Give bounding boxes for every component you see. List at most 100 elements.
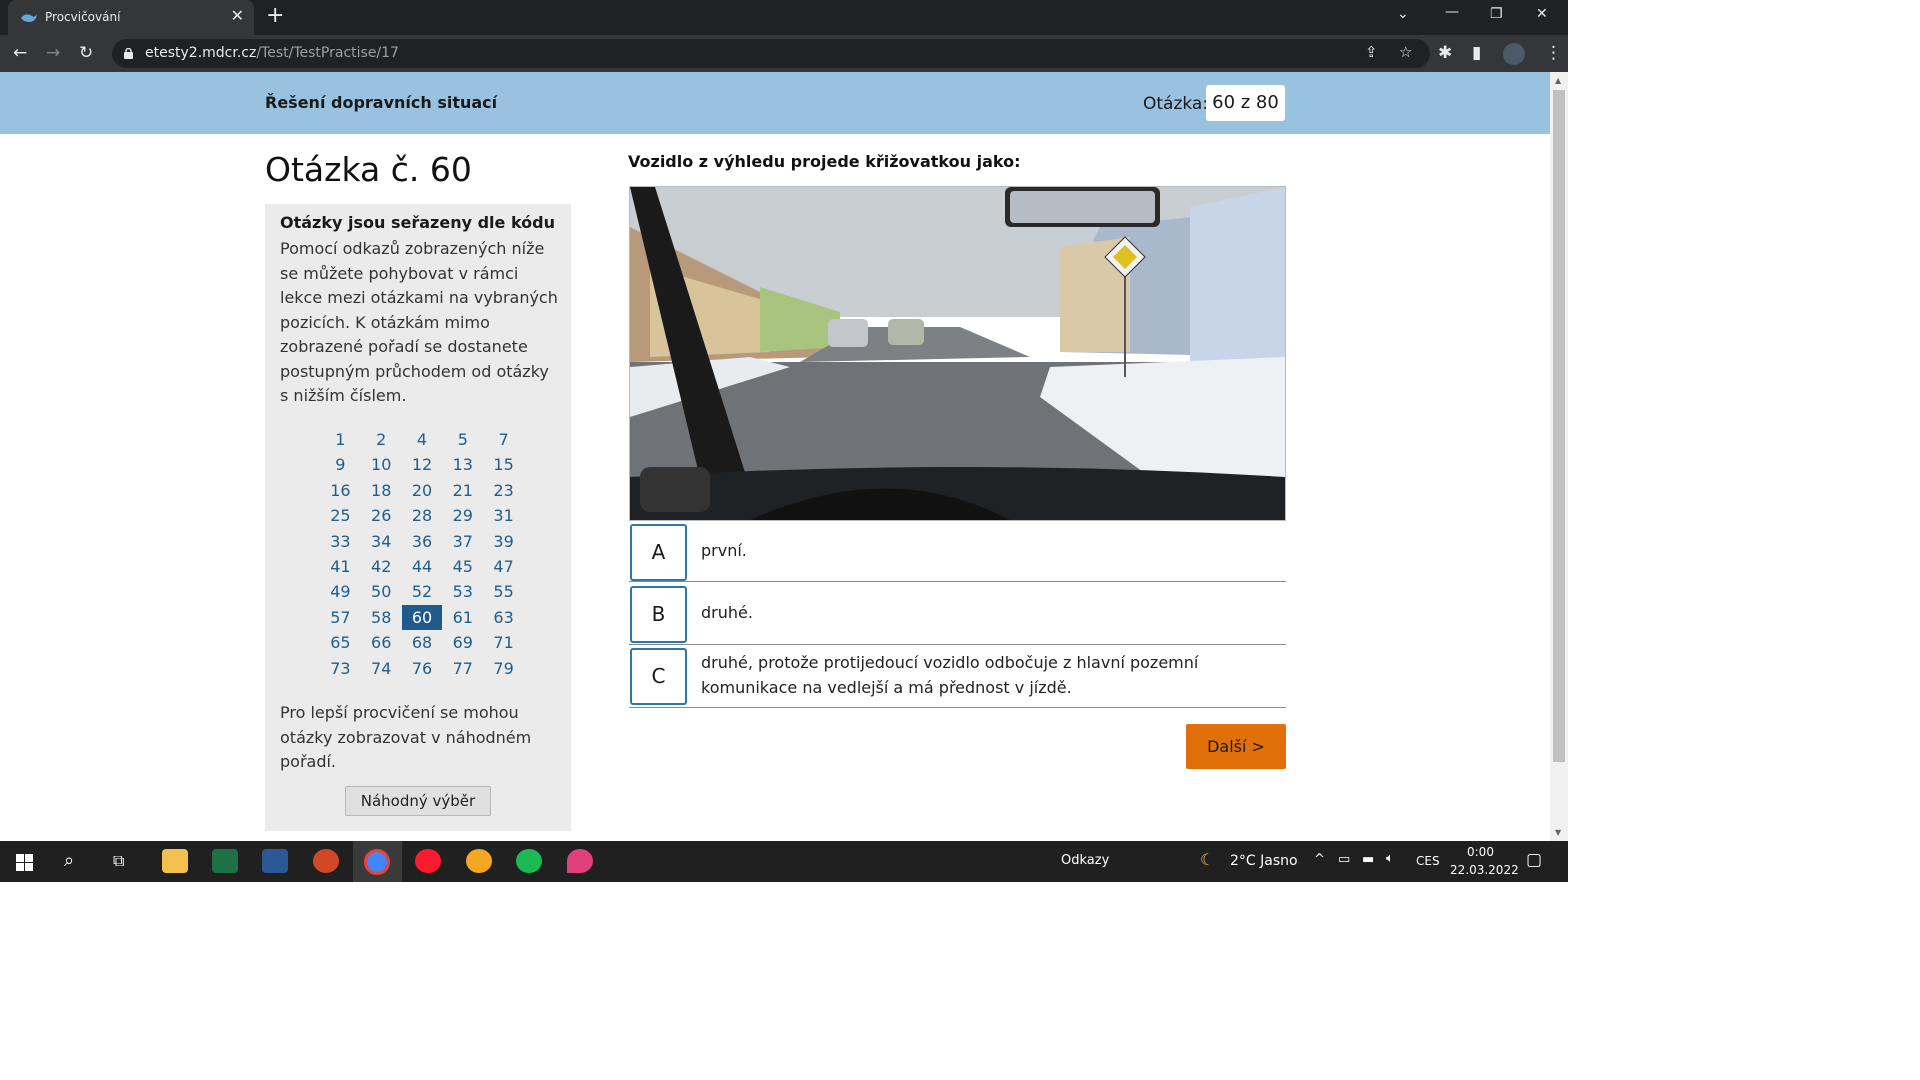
spotify-icon[interactable] [516,849,542,873]
question-link[interactable]: 20 [402,478,443,503]
answer-text[interactable]: druhé, protože protijedoucí vozidlo odbo… [701,651,1281,700]
question-link[interactable]: 74 [361,656,402,681]
answer-option-b[interactable]: B druhé. [629,585,1286,645]
question-link[interactable]: 49 [320,579,361,604]
question-link[interactable]: 68 [402,630,443,655]
question-link[interactable]: 53 [442,579,483,604]
question-link[interactable]: 47 [483,554,524,579]
question-link[interactable]: 52 [402,579,443,604]
notifications-icon[interactable]: ▢ [1526,850,1542,870]
volume-icon[interactable]: 🔈︎ [1386,851,1394,866]
back-icon[interactable]: ← [13,43,27,63]
side-panel-icon[interactable]: ▮ [1472,43,1481,63]
links-toolbar-label[interactable]: Odkazy [1061,853,1109,868]
clock-time[interactable]: 0:00 [1467,845,1494,859]
reload-icon[interactable]: ↻ [79,43,93,63]
windows-start-icon[interactable] [16,854,33,871]
window-close-icon[interactable]: ✕ [1536,6,1548,22]
question-link[interactable]: 18 [361,478,402,503]
question-link[interactable]: 36 [402,529,443,554]
answer-letter[interactable]: B [630,586,687,643]
question-link[interactable]: 77 [442,656,483,681]
question-link[interactable]: 2 [361,427,402,452]
clock-date[interactable]: 22.03.2022 [1450,863,1519,877]
question-link[interactable]: 58 [361,605,402,630]
question-link[interactable]: 79 [483,656,524,681]
answer-option-c[interactable]: C druhé, protože protijedoucí vozidlo od… [629,647,1286,708]
question-link[interactable]: 29 [442,503,483,528]
answer-text[interactable]: druhé. [701,601,753,626]
random-selection-button[interactable]: Náhodný výběr [345,786,491,816]
question-link[interactable]: 45 [442,554,483,579]
question-link[interactable]: 31 [483,503,524,528]
answer-option-a[interactable]: A první. [629,523,1286,582]
question-link[interactable]: 66 [361,630,402,655]
task-view-icon[interactable]: ⧉ [113,851,124,871]
question-link[interactable]: 37 [442,529,483,554]
address-bar[interactable]: etesty2.mdcr.cz/Test/TestPractise/17 ⇪ ☆ [112,39,1430,68]
question-link[interactable]: 21 [442,478,483,503]
profile-avatar[interactable] [1503,43,1525,65]
question-link[interactable]: 28 [402,503,443,528]
forward-icon[interactable]: → [46,43,60,63]
answer-letter[interactable]: A [630,524,687,581]
question-link[interactable]: 71 [483,630,524,655]
opera-icon[interactable] [415,849,441,873]
question-link[interactable]: 39 [483,529,524,554]
question-link[interactable]: 73 [320,656,361,681]
question-link[interactable]: 44 [402,554,443,579]
question-link[interactable]: 76 [402,656,443,681]
question-link[interactable]: 65 [320,630,361,655]
question-link[interactable]: 9 [320,452,361,477]
question-link[interactable]: 63 [483,605,524,630]
next-button[interactable]: Další > [1186,724,1286,769]
scroll-down-icon[interactable]: ▼ [1555,828,1561,837]
weather-widget[interactable]: 2°C Jasno [1230,853,1298,869]
restore-icon[interactable]: ❐ [1490,6,1503,22]
question-link[interactable]: 42 [361,554,402,579]
question-link[interactable]: 61 [442,605,483,630]
question-link[interactable]: 23 [483,478,524,503]
close-icon[interactable]: ✕ [231,6,244,25]
word-icon[interactable] [262,849,288,873]
new-tab-icon[interactable]: + [266,3,284,28]
scroll-up-icon[interactable]: ▲ [1555,76,1561,85]
chevron-down-icon[interactable]: ⌄ [1397,6,1409,22]
question-link[interactable]: 13 [442,452,483,477]
chrome-icon[interactable] [364,849,390,875]
battery-icon[interactable]: ▬ [1362,852,1374,867]
question-link[interactable]: 33 [320,529,361,554]
browser-tab[interactable]: Procvičování ✕ [8,0,254,35]
question-link-active[interactable]: 60 [401,604,443,630]
excel-icon[interactable] [212,849,238,873]
bookmark-star-icon[interactable]: ☆ [1399,43,1412,61]
keyboard-language[interactable]: CES [1416,854,1440,868]
powerpoint-icon[interactable] [313,849,339,873]
share-icon[interactable]: ⇪ [1365,43,1378,61]
tray-chevron-icon[interactable]: ^ [1314,852,1325,867]
menu-icon[interactable]: ⋮ [1545,43,1562,63]
question-link[interactable]: 15 [483,452,524,477]
question-link[interactable]: 41 [320,554,361,579]
question-link[interactable]: 69 [442,630,483,655]
question-link[interactable]: 26 [361,503,402,528]
file-explorer-icon[interactable] [162,849,188,873]
extensions-icon[interactable]: ✱ [1438,43,1452,63]
question-link[interactable]: 25 [320,503,361,528]
question-link[interactable]: 5 [442,427,483,452]
network-icon[interactable]: ▭ [1338,852,1350,867]
question-link[interactable]: 34 [361,529,402,554]
question-link[interactable]: 7 [483,427,524,452]
question-link[interactable]: 16 [320,478,361,503]
question-link[interactable]: 10 [361,452,402,477]
minimize-icon[interactable]: — [1445,4,1459,20]
answer-letter[interactable]: C [630,648,687,705]
answer-text[interactable]: první. [701,539,747,564]
question-link[interactable]: 1 [320,427,361,452]
scroll-thumb[interactable] [1553,90,1565,762]
search-icon[interactable]: ⌕ [64,850,74,871]
question-link[interactable]: 4 [402,427,443,452]
question-link[interactable]: 12 [402,452,443,477]
question-link[interactable]: 55 [483,579,524,604]
color-picker-app-icon[interactable] [567,849,593,873]
